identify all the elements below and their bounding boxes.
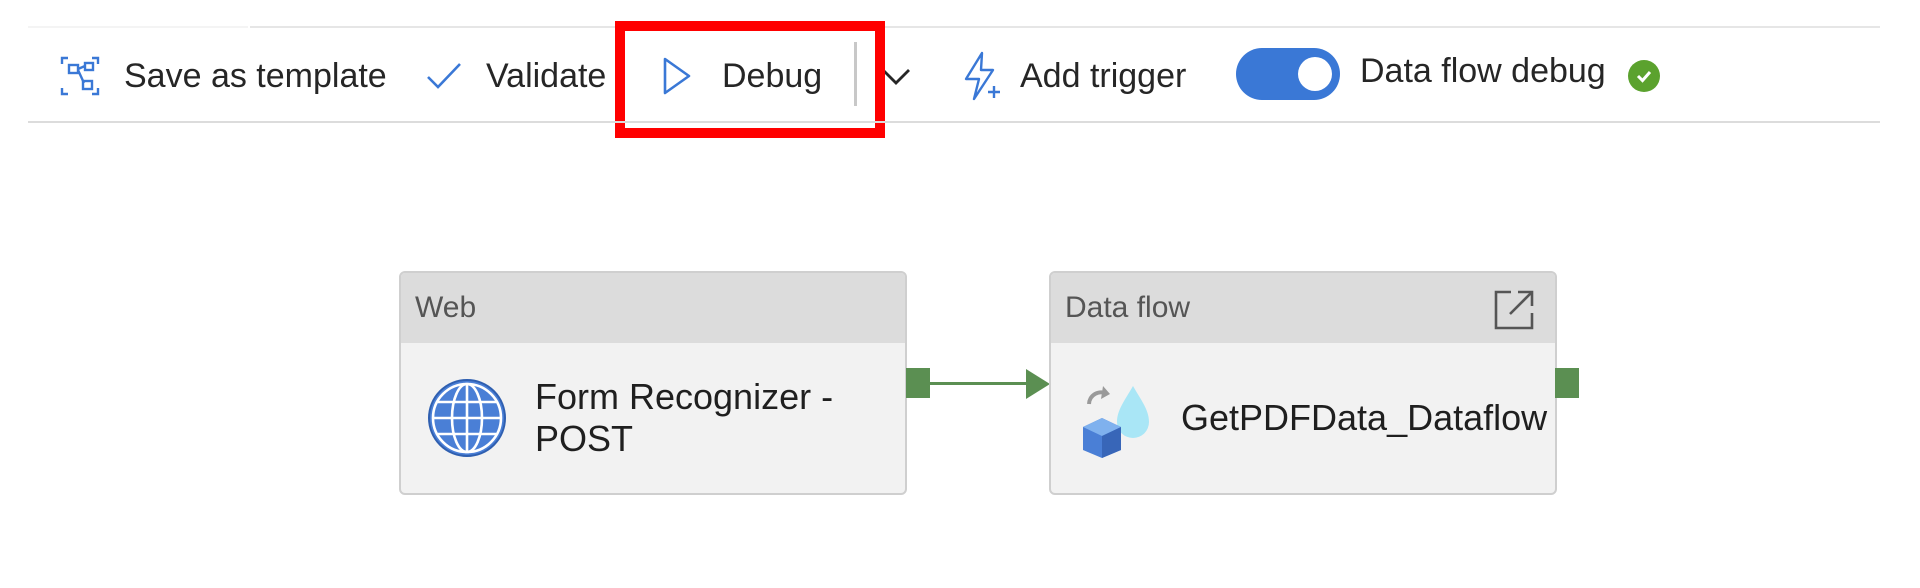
activity-name-line2: POST: [535, 418, 634, 459]
activity-type-label: Web: [415, 291, 477, 324]
dataflow-output-port[interactable]: [1555, 368, 1579, 398]
activity-type-label: Data flow: [1065, 291, 1191, 324]
activity-dataflow[interactable]: Data flow GetPDFData_Dataflow: [1049, 271, 1557, 495]
toggle-knob: [1298, 57, 1332, 91]
trigger-lightning-icon: [960, 50, 1004, 102]
globe-icon: [427, 378, 507, 458]
activity-body: GetPDFData_Dataflow: [1051, 343, 1555, 493]
save-as-template-label: Save as template: [124, 56, 387, 95]
add-trigger-label: Add trigger: [1020, 56, 1187, 95]
toolbar-top-border-left: [28, 26, 248, 28]
activity-name-line1: Form Recognizer -: [535, 376, 834, 417]
connector-arrowhead: [1026, 369, 1050, 399]
validate-button[interactable]: Validate: [422, 46, 606, 106]
checkmark-icon: [422, 54, 466, 98]
dataflow-debug-toggle[interactable]: [1236, 48, 1340, 100]
dataflow-debug-label: Data flow debug: [1360, 52, 1606, 90]
toolbar-bottom-border: [28, 121, 1880, 123]
activity-body: Form Recognizer - POST: [401, 343, 905, 493]
activity-header: Data flow: [1051, 273, 1555, 343]
dataflow-icon: [1077, 378, 1157, 458]
web-output-port[interactable]: [906, 368, 930, 398]
connector-line: [930, 382, 1030, 385]
template-icon: [58, 54, 102, 98]
activity-web[interactable]: Web Form Recognizer - POST: [399, 271, 907, 495]
activity-name: Form Recognizer - POST: [535, 376, 833, 460]
open-external-icon[interactable]: [1491, 287, 1537, 333]
toolbar-top-border: [250, 26, 1880, 28]
save-as-template-button[interactable]: Save as template: [58, 46, 387, 106]
check-circle-icon: [1628, 60, 1660, 92]
activity-header: Web: [401, 273, 905, 343]
add-trigger-button[interactable]: Add trigger: [960, 46, 1186, 106]
validate-label: Validate: [486, 56, 607, 95]
activity-name: GetPDFData_Dataflow: [1181, 397, 1548, 438]
